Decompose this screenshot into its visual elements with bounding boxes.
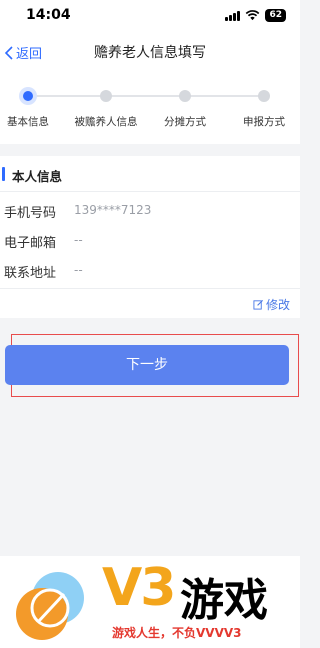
watermark-logo-icon (16, 572, 84, 640)
step-dot-basic-info (19, 87, 37, 105)
field-row-address: 联系地址 -- (0, 255, 300, 285)
field-label: 电子邮箱 (4, 236, 57, 251)
signal-icon (225, 10, 241, 21)
watermark-slogan: 游戏人生，不负VVVV3 (112, 626, 242, 640)
step-label-dependent-info: 被赡养人信息 (74, 116, 138, 128)
step-indicator: 基本信息 被赡养人信息 分摊方式 申报方式 (0, 74, 300, 144)
personal-info-list: 手机号码 139****7123 电子邮箱 -- 联系地址 -- (0, 192, 300, 288)
field-label: 联系地址 (4, 266, 57, 281)
field-label: 手机号码 (4, 206, 57, 221)
section-title: 本人信息 (12, 169, 63, 184)
nav-bar: 返回 赡养老人信息填写 (0, 30, 300, 74)
field-value: -- (74, 263, 83, 277)
status-time: 14:04 (26, 7, 71, 23)
step-label-basic-info: 基本信息 (7, 116, 49, 128)
status-icons: 62 (225, 9, 286, 22)
step-dot-dependent-info (100, 90, 112, 102)
step-dot-sharing-method (179, 90, 191, 102)
watermark-brand: V3 (102, 558, 176, 618)
edit-area: 修改 (0, 288, 300, 318)
page-title: 赡养老人信息填写 (94, 45, 206, 61)
next-step-button[interactable]: 下一步 (5, 345, 289, 385)
battery-icon: 62 (265, 9, 286, 22)
step-label-filing-method: 申报方式 (243, 116, 285, 128)
section-accent-bar (2, 167, 5, 181)
step-track (29, 95, 264, 97)
edit-button[interactable]: 修改 (253, 296, 290, 313)
step-label-sharing-method: 分摊方式 (164, 116, 206, 128)
section-header: 本人信息 (0, 156, 300, 192)
watermark: V3 游戏 游戏人生，不负VVVV3 (0, 556, 300, 648)
status-bar: 14:04 62 (0, 0, 300, 30)
edit-icon (253, 299, 263, 310)
field-value: -- (74, 233, 83, 247)
field-value: 139****7123 (74, 203, 152, 217)
field-row-phone: 手机号码 139****7123 (0, 195, 300, 225)
field-row-email: 电子邮箱 -- (0, 225, 300, 255)
watermark-name: 游戏 (180, 575, 268, 626)
wifi-icon (246, 10, 260, 21)
step-dot-filing-method (258, 90, 270, 102)
edit-label: 修改 (265, 298, 290, 312)
